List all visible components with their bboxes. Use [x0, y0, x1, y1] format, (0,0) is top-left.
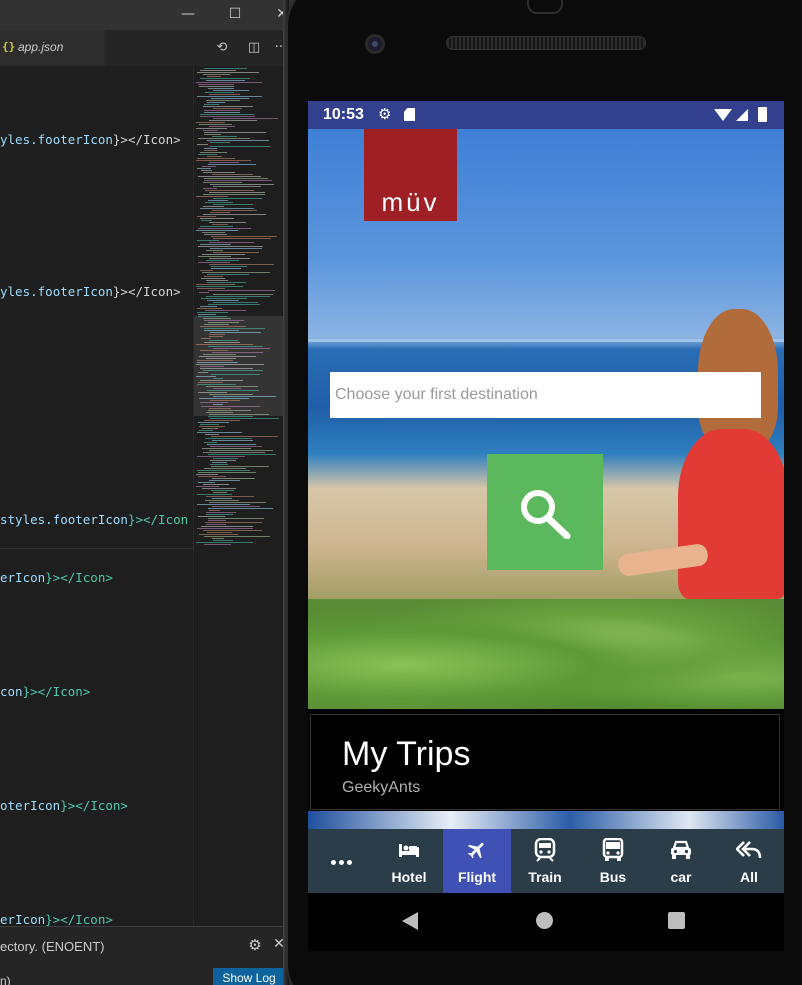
image-strip: [308, 811, 784, 829]
back-icon[interactable]: [402, 912, 418, 930]
trips-subtitle: GeekyAnts: [342, 779, 421, 796]
sd-card-icon: [404, 108, 415, 121]
hero-background: müv: [308, 129, 784, 709]
home-icon[interactable]: [536, 912, 553, 929]
bus-icon: [579, 838, 647, 862]
tab-car[interactable]: car: [647, 829, 715, 893]
tab-label: Bus: [599, 869, 627, 885]
minimap[interactable]: [193, 66, 285, 926]
search-button[interactable]: [487, 454, 603, 570]
person-dress: [678, 429, 784, 599]
phone-screen: 10:53 ⚙ müv My Trips GeekyAnts: [308, 101, 784, 951]
tab-bus[interactable]: Bus: [579, 829, 647, 893]
tab-label: Train: [528, 869, 562, 885]
notification-message: ectory. (ENOENT): [0, 939, 105, 954]
code-line: styles.footerIcon}></Icon: [0, 512, 189, 527]
gear-icon[interactable]: ⚙: [246, 936, 264, 954]
open-changes-icon[interactable]: ⟲: [212, 38, 232, 58]
reply-all-icon: [715, 838, 783, 862]
logo: müv: [364, 129, 457, 221]
code-line: yles.footerIcon}></Icon>: [0, 132, 181, 147]
front-camera: [365, 34, 385, 54]
speaker-grill: [446, 36, 646, 50]
status-bar: 10:53 ⚙: [308, 101, 784, 129]
tab-label: Hotel: [391, 869, 427, 885]
tab-label: Flight: [457, 869, 497, 885]
android-nav-bar: [308, 893, 784, 951]
maximize-button[interactable]: ☐: [225, 4, 245, 24]
code-line: erIcon}></Icon>: [0, 570, 113, 585]
code-line: con}></Icon>: [0, 684, 91, 699]
trips-title: My Trips: [342, 735, 471, 773]
editor-tab-bar: {} app.json ⟲ ◫ ···: [0, 30, 300, 66]
train-icon: [511, 838, 579, 862]
search-icon: [521, 490, 571, 539]
foliage: [308, 599, 784, 709]
title-bar: — ☐ ✕: [0, 0, 300, 30]
tab-flight[interactable]: Flight: [443, 829, 511, 893]
more-icon: [331, 860, 352, 865]
more-button[interactable]: [308, 829, 374, 893]
tab-label: car: [670, 869, 692, 885]
code-line: yles.footerIcon}></Icon>: [0, 284, 181, 299]
battery-icon: [758, 107, 767, 122]
car-icon: [647, 838, 715, 862]
logo-text: müv: [381, 187, 440, 217]
phone-top-button: [527, 0, 563, 14]
status-time: 10:53: [323, 106, 364, 123]
bed-icon: [375, 838, 443, 862]
code-editor: — ☐ ✕ {} app.json ⟲ ◫ ··· yles.footerIco…: [0, 0, 300, 985]
tab-app-json[interactable]: {} app.json: [0, 30, 105, 66]
show-log-button[interactable]: Show Log: [213, 968, 285, 985]
notification-panel: ectory. (ENOENT) ⚙ ✕ n) Show Log: [0, 926, 300, 985]
wifi-icon: [714, 109, 732, 121]
notification-source: n): [0, 974, 11, 985]
split-editor-icon[interactable]: ◫: [244, 38, 264, 58]
settings-icon: ⚙: [378, 105, 392, 123]
plane-icon: [443, 838, 511, 862]
json-file-icon: {}: [2, 40, 16, 53]
footer-tab-bar: Hotel Flight Train Bus car All: [308, 829, 784, 893]
tab-hotel[interactable]: Hotel: [375, 829, 443, 893]
code-line: oterIcon}></Icon>: [0, 798, 128, 813]
tab-all[interactable]: All: [715, 829, 783, 893]
recents-icon[interactable]: [668, 912, 685, 929]
tab-label: app.json: [18, 40, 64, 54]
code-line: erIcon}></Icon>: [0, 912, 113, 926]
my-trips-card[interactable]: My Trips GeekyAnts: [310, 714, 780, 810]
destination-input[interactable]: [330, 372, 761, 418]
divider: [0, 548, 193, 549]
tab-train[interactable]: Train: [511, 829, 579, 893]
signal-icon: [736, 109, 748, 121]
tab-label: All: [740, 869, 758, 885]
minimize-button[interactable]: —: [178, 4, 198, 24]
code-area[interactable]: yles.footerIcon}></Icon> yles.footerIcon…: [0, 66, 193, 926]
